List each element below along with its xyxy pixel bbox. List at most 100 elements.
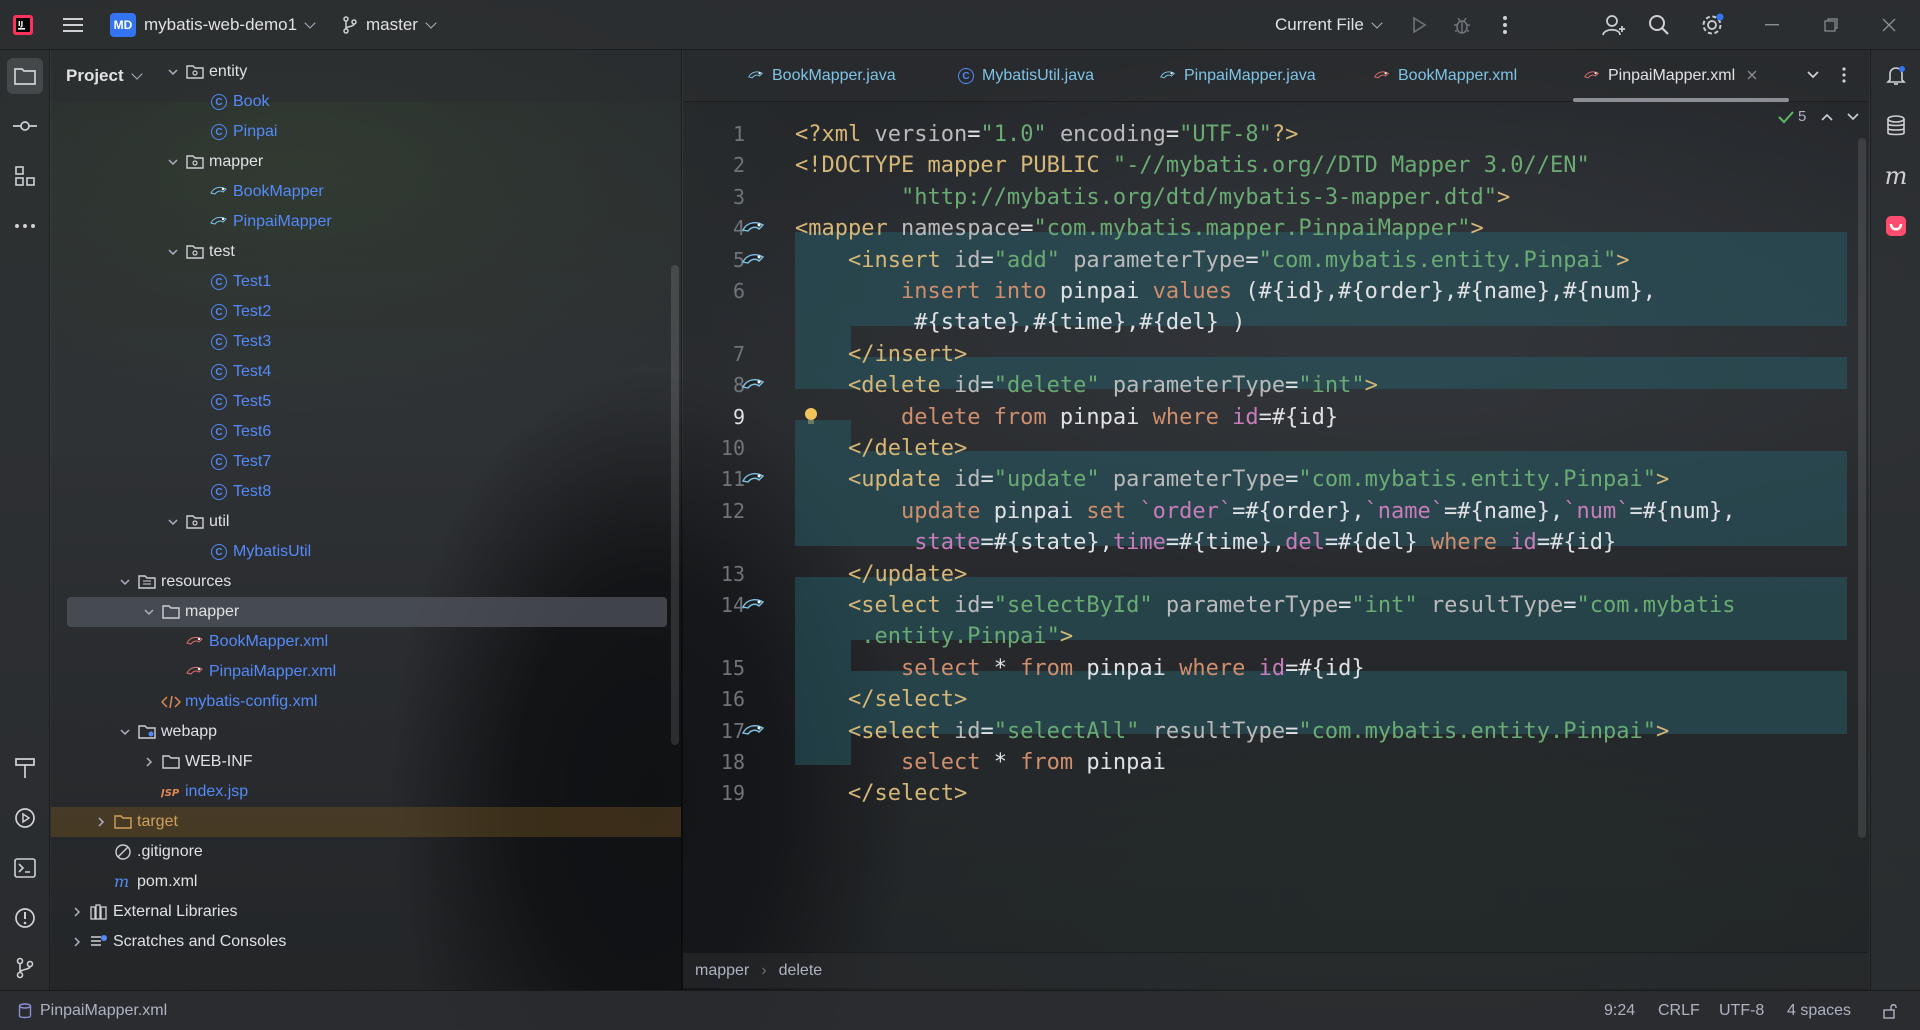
git-tool-button[interactable]: [7, 950, 43, 986]
folder-icon: [161, 752, 181, 772]
chevron-right-icon[interactable]: [69, 904, 85, 920]
tree-item[interactable]: C Test2: [51, 297, 681, 327]
chevron-down-icon[interactable]: [141, 604, 157, 620]
chevron-down-icon[interactable]: [1846, 112, 1860, 122]
chevron-right-icon[interactable]: [93, 814, 109, 830]
status-encoding[interactable]: UTF-8: [1719, 991, 1764, 1030]
tree-item[interactable]: C Test6: [51, 417, 681, 447]
problems-tool-button[interactable]: [7, 900, 43, 936]
status-indent[interactable]: 4 spaces: [1787, 991, 1851, 1030]
tree-item[interactable]: External Libraries: [51, 897, 681, 927]
tree-item[interactable]: m pom.xml: [51, 867, 681, 897]
close-tab-icon[interactable]: [1747, 67, 1757, 85]
tree-item[interactable]: PinpaiMapper: [51, 207, 681, 237]
tree-item[interactable]: BookMapper.xml: [51, 627, 681, 657]
tree-item[interactable]: BookMapper: [51, 177, 681, 207]
chevron-right-icon[interactable]: [69, 934, 85, 950]
chevron-down-icon[interactable]: [117, 724, 133, 740]
plugin-tool-button[interactable]: [1878, 208, 1914, 244]
mybatis-navigation-gutter-icon[interactable]: [741, 375, 767, 400]
chevron-down-icon[interactable]: [165, 64, 181, 80]
structure-tool-button[interactable]: [7, 158, 43, 194]
chevron-up-icon[interactable]: [1820, 112, 1834, 122]
tree-item[interactable]: C Test7: [51, 447, 681, 477]
editor-scrollbar[interactable]: [1858, 138, 1866, 838]
status-caret-position[interactable]: 9:24: [1604, 991, 1635, 1030]
mybatis-navigation-gutter-icon[interactable]: [741, 250, 767, 275]
inspections-widget[interactable]: 5: [1778, 108, 1860, 125]
mybatis-navigation-gutter-icon[interactable]: [741, 469, 767, 494]
tree-item[interactable]: .gitignore: [51, 837, 681, 867]
run-config-selector[interactable]: Current File: [1275, 0, 1383, 50]
tree-item[interactable]: C Pinpai: [51, 117, 681, 147]
class-icon: C: [209, 332, 229, 352]
search-icon[interactable]: [1646, 12, 1672, 38]
tree-item[interactable]: C Test4: [51, 357, 681, 387]
tree-item[interactable]: PinpaiMapper.xml: [51, 657, 681, 687]
readonly-toggle-icon[interactable]: [1882, 991, 1898, 1030]
project-switcher[interactable]: MD mybatis-web-demo1: [110, 0, 316, 50]
tree-item[interactable]: util: [51, 507, 681, 537]
tree-item[interactable]: WEB-INF: [51, 747, 681, 777]
project-tool-button[interactable]: [7, 58, 43, 94]
tree-item[interactable]: webapp: [51, 717, 681, 747]
code-with-me-icon[interactable]: [1601, 12, 1627, 38]
tree-item[interactable]: JSP index.jsp: [51, 777, 681, 807]
tree-item[interactable]: mapper: [51, 147, 681, 177]
tree-item[interactable]: C Test5: [51, 387, 681, 417]
tabs-dropdown-icon[interactable]: [1805, 67, 1821, 88]
debug-icon[interactable]: [1449, 12, 1475, 38]
main-menu-icon[interactable]: [60, 12, 86, 38]
maven-tool-button[interactable]: m: [1878, 158, 1914, 194]
editor-tab[interactable]: BookMapper.xml: [1373, 50, 1517, 102]
tree-item[interactable]: resources: [51, 567, 681, 597]
editor-tab[interactable]: BookMapper.java: [747, 50, 896, 102]
status-file[interactable]: PinpaiMapper.xml: [18, 991, 167, 1030]
window-minimize-icon[interactable]: [1759, 12, 1785, 38]
build-tool-button[interactable]: [7, 750, 43, 786]
status-line-ending[interactable]: CRLF: [1658, 991, 1700, 1030]
breadcrumb-mapper[interactable]: mapper: [695, 962, 749, 980]
notifications-button[interactable]: [1878, 58, 1914, 94]
branch-switcher[interactable]: master: [342, 0, 437, 50]
tree-item[interactable]: test: [51, 237, 681, 267]
run-icon[interactable]: [1406, 12, 1432, 38]
more-actions-icon[interactable]: [1492, 12, 1518, 38]
mybatis-navigation-gutter-icon[interactable]: [741, 595, 767, 620]
tree-item[interactable]: C MybatisUtil: [51, 537, 681, 567]
project-scrollbar[interactable]: [671, 265, 679, 745]
terminal-tool-button[interactable]: [7, 850, 43, 886]
tree-item[interactable]: C Test8: [51, 477, 681, 507]
intellij-logo-icon[interactable]: IJ: [10, 12, 36, 38]
editor-tab[interactable]: C MybatisUtil.java: [957, 50, 1094, 102]
tree-item[interactable]: C Test1: [51, 267, 681, 297]
editor-tab[interactable]: PinpaiMapper.java: [1159, 50, 1316, 102]
commit-tool-button[interactable]: [7, 108, 43, 144]
tree-item-label: pom.xml: [137, 873, 198, 890]
editor-tab[interactable]: PinpaiMapper.xml: [1583, 50, 1757, 102]
breadcrumb-delete[interactable]: delete: [779, 962, 823, 980]
tree-item[interactable]: mapper: [67, 597, 667, 627]
tree-item[interactable]: Scratches and Consoles: [51, 927, 681, 957]
tabs-more-icon[interactable]: [1841, 66, 1847, 89]
mybatis-navigation-gutter-icon[interactable]: [741, 218, 767, 243]
chevron-down-icon[interactable]: [165, 514, 181, 530]
tree-item[interactable]: mybatis-config.xml: [51, 687, 681, 717]
tree-item[interactable]: C Book: [51, 87, 681, 117]
chevron-right-icon[interactable]: [141, 754, 157, 770]
tree-item[interactable]: C Test3: [51, 327, 681, 357]
settings-gear-icon[interactable]: [1699, 12, 1725, 38]
window-restore-icon[interactable]: [1818, 12, 1844, 38]
database-tool-button[interactable]: [1878, 108, 1914, 144]
chevron-down-icon[interactable]: [117, 574, 133, 590]
run-tool-button[interactable]: [7, 800, 43, 836]
tree-item[interactable]: entity: [51, 57, 681, 87]
chevron-down-icon[interactable]: [165, 154, 181, 170]
svg-text:JSP: JSP: [161, 788, 180, 799]
more-tool-windows-button[interactable]: [7, 208, 43, 244]
chevron-down-icon[interactable]: [165, 244, 181, 260]
mybatis-navigation-gutter-icon[interactable]: [741, 721, 767, 746]
tree-item[interactable]: target: [51, 807, 681, 837]
window-close-icon[interactable]: [1876, 12, 1902, 38]
